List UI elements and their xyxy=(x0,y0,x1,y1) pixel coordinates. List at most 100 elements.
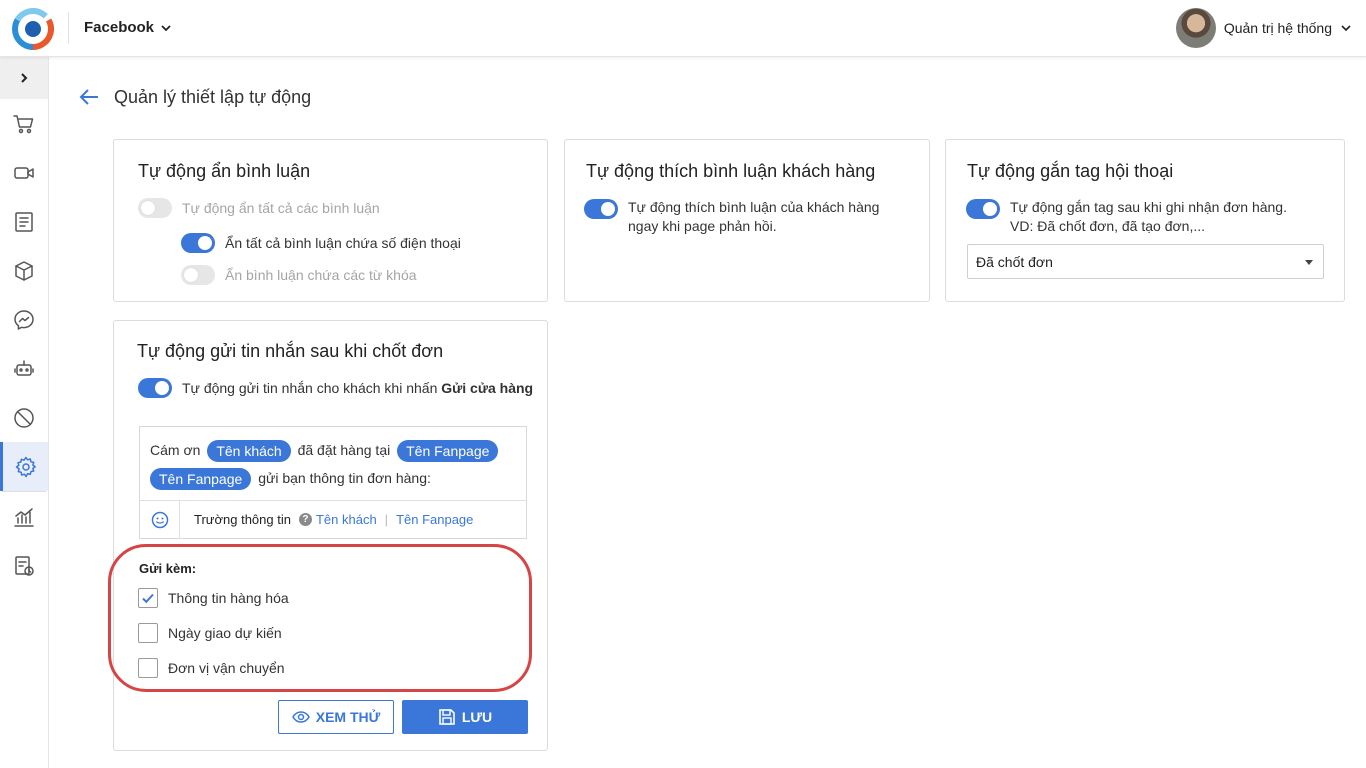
chip-fanpage-name[interactable]: Tên Fanpage xyxy=(397,440,499,463)
tag-conversation-card: Tự động gắn tag hội thoại Tự động gắn ta… xyxy=(945,139,1345,302)
hide-phone-toggle[interactable] xyxy=(181,233,215,253)
block-icon xyxy=(14,407,34,428)
sidebar-item-chatbot[interactable] xyxy=(0,344,48,393)
like-comments-card: Tự động thích bình luận khách hàng Tự độ… xyxy=(564,139,930,302)
chip-fanpage-name[interactable]: Tên Fanpage xyxy=(150,468,252,491)
checkmark-icon xyxy=(142,593,154,604)
message-editor[interactable]: Cám ơn Tên khách đã đặt hàng tại Tên Fan… xyxy=(139,426,527,539)
attach-product-info-label: Thông tin hàng hóa xyxy=(168,590,289,606)
sidebar-item-products[interactable] xyxy=(0,246,48,295)
smiley-icon xyxy=(151,511,168,528)
tag-select[interactable]: Đã chốt đơn xyxy=(967,244,1324,279)
app-logo[interactable] xyxy=(12,8,54,50)
sidebar-item-orders[interactable] xyxy=(0,99,48,148)
like-comments-line-2: ngay khi page phản hồi. xyxy=(628,218,777,234)
attach-carrier-row[interactable]: Đơn vị vận chuyển xyxy=(138,658,285,678)
tag-conversation-title: Tự động gắn tag hội thoại xyxy=(967,161,1174,181)
messenger-icon xyxy=(14,309,34,330)
report-clock-icon xyxy=(15,555,34,576)
hide-all-toggle[interactable] xyxy=(138,198,172,218)
hide-keywords-toggle[interactable] xyxy=(181,265,215,285)
message-text[interactable]: Cám ơn Tên khách đã đặt hàng tại Tên Fan… xyxy=(150,436,516,492)
box-icon xyxy=(15,260,33,281)
page-title: Quản lý thiết lập tự động xyxy=(114,86,312,107)
hide-all-row: Tự động ẩn tất cả các bình luận xyxy=(138,198,380,218)
hide-keywords-label: Ẩn bình luận chứa các từ khóa xyxy=(225,267,417,283)
tag-select-value: Đã chốt đơn xyxy=(976,253,1053,270)
sidebar xyxy=(0,57,49,768)
hide-all-label: Tự động ẩn tất cả các bình luận xyxy=(182,200,380,216)
sidebar-item-livestream[interactable] xyxy=(0,148,48,197)
sidebar-item-messenger[interactable] xyxy=(0,295,48,344)
chip-customer-name[interactable]: Tên khách xyxy=(207,440,291,463)
editor-toolbar: Trường thông tin ? Tên khách | Tên Fanpa… xyxy=(140,500,526,539)
attach-carrier-checkbox[interactable] xyxy=(138,658,158,678)
preview-button[interactable]: XEM THỬ xyxy=(278,700,394,734)
cart-icon xyxy=(13,114,34,133)
attach-product-info-row[interactable]: Thông tin hàng hóa xyxy=(138,588,289,608)
sidebar-item-reports[interactable] xyxy=(0,541,48,590)
send-message-toggle[interactable] xyxy=(138,378,172,398)
sidebar-item-blocked[interactable] xyxy=(0,393,48,442)
tag-conversation-toggle[interactable] xyxy=(966,199,1000,219)
send-message-title: Tự động gửi tin nhắn sau khi chốt đơn xyxy=(137,341,444,361)
video-icon xyxy=(14,166,34,179)
message-part-1: Cám ơn xyxy=(150,442,201,458)
attach-delivery-date-checkbox[interactable] xyxy=(138,623,158,643)
sidebar-item-statistics[interactable] xyxy=(0,492,48,541)
insert-fanpage-name-link[interactable]: Tên Fanpage xyxy=(396,512,473,527)
user-name: Quản trị hệ thống xyxy=(1223,20,1332,36)
sidebar-expand-button[interactable] xyxy=(0,57,48,99)
insert-customer-name-link[interactable]: Tên khách xyxy=(316,512,377,527)
eye-icon xyxy=(291,711,310,723)
page-header: Quản lý thiết lập tự động xyxy=(78,86,311,108)
chart-icon xyxy=(14,507,34,527)
channel-label: Facebook xyxy=(84,19,155,36)
hide-keywords-row: Ẩn bình luận chứa các từ khóa xyxy=(181,265,417,285)
sidebar-item-posts[interactable] xyxy=(0,197,48,246)
send-message-bold: Gửi cửa hàng xyxy=(441,380,534,396)
preview-button-label: XEM THỬ xyxy=(315,709,381,725)
caret-down-icon xyxy=(1305,260,1313,265)
attach-product-info-checkbox[interactable] xyxy=(138,588,158,608)
robot-icon xyxy=(14,359,34,376)
hide-phone-row: Ẩn tất cả bình luận chứa số điện thoại xyxy=(181,233,461,253)
back-arrow-icon[interactable] xyxy=(78,86,100,108)
attach-carrier-label: Đơn vị vận chuyển xyxy=(168,660,285,676)
attach-delivery-date-row[interactable]: Ngày giao dự kiến xyxy=(138,623,282,643)
like-comments-toggle[interactable] xyxy=(584,199,618,219)
send-message-label: Tự động gửi tin nhắn cho khách khi nhấn … xyxy=(182,378,533,398)
save-button-label: LƯU xyxy=(461,709,493,725)
like-comments-row: Tự động thích bình luận của khách hàng n… xyxy=(584,198,879,236)
tag-conversation-label: Tự động gắn tag sau khi ghi nhận đơn hàn… xyxy=(1010,198,1287,236)
sidebar-item-settings[interactable] xyxy=(0,442,48,491)
emoji-button[interactable] xyxy=(140,500,180,539)
tag-conversation-row: Tự động gắn tag sau khi ghi nhận đơn hàn… xyxy=(966,198,1287,236)
send-message-row: Tự động gửi tin nhắn cho khách khi nhấn … xyxy=(138,378,533,398)
floppy-disk-icon xyxy=(439,709,455,725)
hide-phone-label: Ẩn tất cả bình luận chứa số điện thoại xyxy=(225,235,461,251)
like-comments-label: Tự động thích bình luận của khách hàng n… xyxy=(628,198,879,236)
tag-conversation-line-2: VD: Đã chốt đơn, đã tạo đơn,... xyxy=(1010,218,1206,234)
help-icon[interactable]: ? xyxy=(298,513,312,526)
fields-label: Trường thông tin xyxy=(194,512,291,527)
chevron-down-icon xyxy=(161,24,171,31)
message-part-3: gửi bạn thông tin đơn hàng: xyxy=(258,470,431,486)
send-message-text: Tự động gửi tin nhắn cho khách khi nhấn xyxy=(182,380,442,396)
document-icon xyxy=(15,211,33,232)
chevron-down-icon xyxy=(1341,25,1351,32)
save-button[interactable]: LƯU xyxy=(402,700,528,734)
channel-selector[interactable]: Facebook xyxy=(84,19,172,36)
user-menu[interactable]: Quản trị hệ thống xyxy=(1175,8,1352,48)
field-separator: | xyxy=(384,512,389,527)
like-comments-title: Tự động thích bình luận khách hàng xyxy=(586,161,876,181)
gear-icon xyxy=(15,456,36,477)
like-comments-line-1: Tự động thích bình luận của khách hàng xyxy=(628,199,880,215)
attach-label: Gửi kèm: xyxy=(139,561,197,576)
top-divider xyxy=(68,12,69,44)
tag-conversation-line-1: Tự động gắn tag sau khi ghi nhận đơn hàn… xyxy=(1010,199,1287,215)
attach-delivery-date-label: Ngày giao dự kiến xyxy=(168,625,282,641)
message-part-2: đã đặt hàng tại xyxy=(297,442,391,458)
hide-comments-card: Tự động ẩn bình luận Tự động ẩn tất cả c… xyxy=(113,139,548,302)
avatar xyxy=(1175,8,1216,48)
